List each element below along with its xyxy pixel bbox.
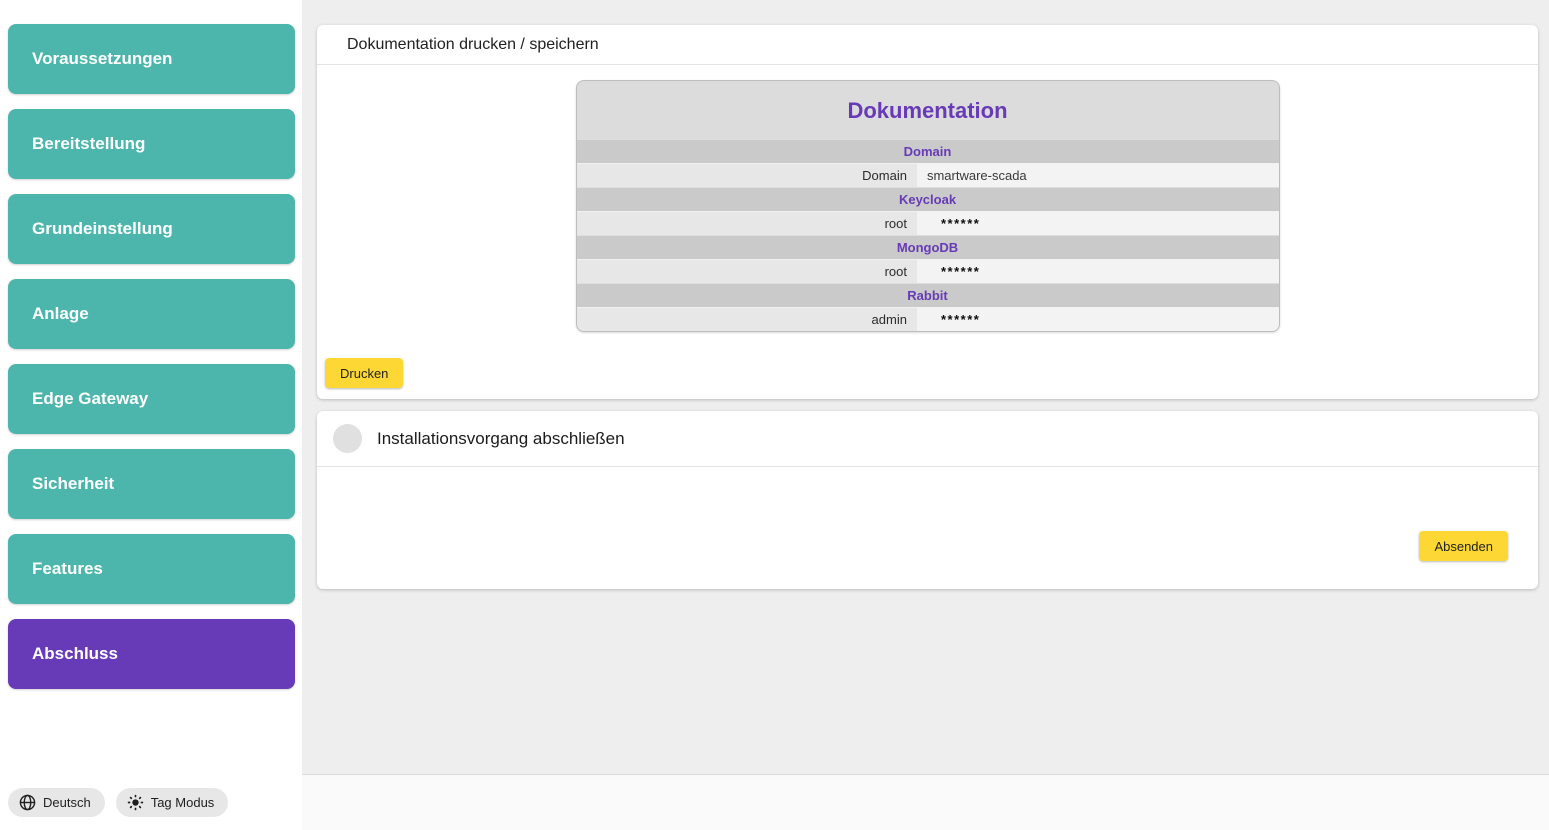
row-label: root <box>577 212 917 235</box>
row-label: admin <box>577 308 917 331</box>
sidebar-item-voraussetzungen[interactable]: Voraussetzungen <box>8 24 295 94</box>
table-row: root ****** <box>577 259 1279 283</box>
sidebar-footer: Deutsch Tag Modus <box>8 788 228 817</box>
sidebar-item-bereitstellung[interactable]: Bereitstellung <box>8 109 295 179</box>
theme-toggle-button[interactable]: Tag Modus <box>116 788 229 817</box>
footer-strip <box>302 774 1549 830</box>
sidebar-item-abschluss[interactable]: Abschluss <box>8 619 295 689</box>
documentation-card-title: Dokumentation drucken / speichern <box>317 25 1538 65</box>
row-label: root <box>577 260 917 283</box>
sun-icon <box>127 794 144 811</box>
globe-icon <box>19 794 36 811</box>
table-row: Domain smartware-scada <box>577 163 1279 187</box>
sidebar-item-sicherheit[interactable]: Sicherheit <box>8 449 295 519</box>
documentation-card: Dokumentation drucken / speichern Dokume… <box>317 25 1538 399</box>
print-button[interactable]: Drucken <box>325 358 403 388</box>
row-label: Domain <box>577 164 917 187</box>
row-value-masked: ****** <box>917 260 1279 283</box>
sidebar-item-edge-gateway[interactable]: Edge Gateway <box>8 364 295 434</box>
table-row: admin ****** <box>577 307 1279 331</box>
main-content: Dokumentation drucken / speichern Dokume… <box>302 0 1549 774</box>
step-circle-icon <box>333 424 362 453</box>
section-header-keycloak: Keycloak <box>577 187 1279 211</box>
row-value: smartware-scada <box>917 164 1279 187</box>
language-button[interactable]: Deutsch <box>8 788 105 817</box>
submit-button[interactable]: Absenden <box>1419 531 1508 561</box>
language-button-label: Deutsch <box>43 795 91 810</box>
documentation-table-title: Dokumentation <box>577 81 1279 139</box>
section-header-mongodb: MongoDB <box>577 235 1279 259</box>
finish-card: Installationsvorgang abschließen Absende… <box>317 411 1538 589</box>
theme-toggle-label: Tag Modus <box>151 795 215 810</box>
section-header-domain: Domain <box>577 139 1279 163</box>
sidebar-item-anlage[interactable]: Anlage <box>8 279 295 349</box>
sidebar: Voraussetzungen Bereitstellung Grundeins… <box>0 0 302 830</box>
section-header-rabbit: Rabbit <box>577 283 1279 307</box>
sidebar-item-features[interactable]: Features <box>8 534 295 604</box>
table-row: root ****** <box>577 211 1279 235</box>
documentation-table: Dokumentation Domain Domain smartware-sc… <box>576 80 1280 332</box>
finish-card-header: Installationsvorgang abschließen <box>317 411 1538 467</box>
finish-card-title: Installationsvorgang abschließen <box>377 429 625 449</box>
finish-card-body: Absenden <box>317 467 1538 589</box>
main-area: Dokumentation drucken / speichern Dokume… <box>302 0 1549 830</box>
row-value-masked: ****** <box>917 212 1279 235</box>
documentation-card-body: Dokumentation Domain Domain smartware-sc… <box>317 65 1538 399</box>
print-button-row: Drucken <box>317 332 1538 399</box>
row-value-masked: ****** <box>917 308 1279 331</box>
sidebar-item-grundeinstellung[interactable]: Grundeinstellung <box>8 194 295 264</box>
